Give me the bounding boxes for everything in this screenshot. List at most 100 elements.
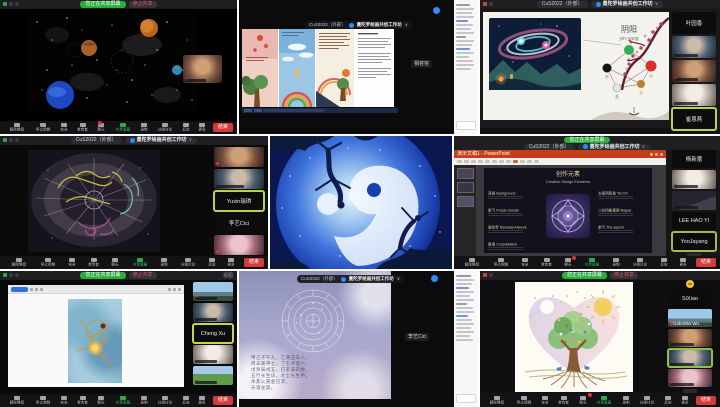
toolbar-button[interactable]: 更多 [197,123,207,132]
participant-name-tile[interactable]: SiXiao [668,290,712,307]
participant-video[interactable] [672,36,716,58]
active-speaker-tile[interactable]: Cheng Xu [193,324,233,343]
active-speaker-tile[interactable]: 崔恩燕 [672,108,716,130]
toolbar-button[interactable]: 停止视频 [33,123,53,132]
toolbar-button[interactable]: 录制 [139,396,149,405]
meeting-info-pill[interactable]: CuS2022（外部）曼陀罗绘画共创工作坊∨ [305,21,412,29]
participant-video[interactable] [214,169,264,189]
toolbar-button[interactable]: 解除静音 [9,258,29,267]
meeting-id-pill[interactable]: CuS2022（外部） [524,144,575,150]
toolbar-button[interactable]: 解除静音 [7,123,27,132]
toolbar-button[interactable]: 解除静音 [462,258,482,267]
participant-video[interactable] [214,235,264,255]
toolbar-button[interactable]: 更多 [678,258,688,267]
toolbar-button[interactable]: 分组讨论 [178,258,198,267]
window-controls[interactable] [483,273,493,277]
toolbar-button[interactable]: 共享屏幕 [113,396,133,405]
window-controls[interactable] [483,2,493,6]
toolbar-button[interactable]: 共享屏幕 [113,123,133,132]
powerpoint-ribbon[interactable] [454,158,666,165]
stop-share-button[interactable]: 停止共享 [129,1,157,8]
active-speaker-tile[interactable]: Yuxin瑞琪 [214,191,264,211]
window-controls[interactable] [3,2,19,6]
end-meeting-button[interactable]: 结束 [696,258,716,267]
toolbar-button[interactable]: 反应 [663,396,673,405]
participant-video[interactable] [668,329,712,347]
active-speaker-tile[interactable]: YooJayang [672,232,716,251]
toolbar-button[interactable]: 聊天 [110,258,120,267]
toolbar-button[interactable]: 反应 [207,258,217,267]
toolbar-button[interactable]: 分组讨论 [155,123,175,132]
chat-input[interactable] [456,121,476,130]
toolbar-button[interactable]: 反应 [181,123,191,132]
end-meeting-button[interactable]: 结束 [213,396,233,405]
toolbar-button[interactable]: 反应 [659,258,669,267]
toolbar-button[interactable]: 反应 [181,396,191,405]
app-blue-icon[interactable] [433,7,440,14]
toolbar-button[interactable]: 更多 [197,396,207,405]
toolbar-button[interactable]: 共享屏幕 [130,258,150,267]
toolbar-button[interactable]: 安全 [540,396,550,405]
toolbar-button[interactable]: 解除静音 [7,396,27,405]
toolbar-button[interactable]: 安全 [59,123,69,132]
toolbar-button[interactable]: 录制 [621,396,631,405]
viewer-toolbar[interactable] [8,285,184,294]
meeting-title-pill[interactable]: 曼陀罗绘画共创工作坊∨ [578,144,651,150]
toolbar-button[interactable]: 录制 [159,258,169,267]
participant-name-tile[interactable]: 叶园香 [672,12,716,34]
participant-video[interactable] [193,303,233,322]
toolbar-button[interactable]: 参会者 [556,396,571,405]
toolbar-button[interactable]: 聊天 [96,396,106,405]
participant-video[interactable] [193,282,233,301]
toolbar-button[interactable]: 停止视频 [38,258,58,267]
toolbar-button[interactable]: 停止视频 [33,396,53,405]
stop-share-button[interactable]: 停止共享 [610,272,638,279]
toolbar-button[interactable]: 参会者 [539,258,554,267]
toolbar-button[interactable]: 聊天 [578,396,588,405]
end-meeting-button[interactable]: 结束 [213,123,233,132]
meeting-id-pill[interactable]: CuS2022（外部） [71,137,122,144]
toolbar-button[interactable]: 分组讨论 [155,396,175,405]
toolbar-button[interactable]: 参会者 [75,123,90,132]
toolbar-button[interactable]: 分组讨论 [630,258,650,267]
participant-video[interactable] [193,345,233,364]
toolbar-button[interactable]: 更多 [680,396,690,405]
stop-share-button[interactable]: 停止共享 [129,272,157,279]
view-menu[interactable]: 视图 [223,272,233,279]
participant-name-tile[interactable]: 杨新蕾 [672,150,716,168]
toolbar-button[interactable]: 停止视频 [514,396,534,405]
end-meeting-button[interactable]: 结束 [244,258,264,267]
toolbar-button[interactable]: 停止视频 [491,258,511,267]
toolbar-button[interactable]: 安全 [67,258,77,267]
participant-video[interactable]: Gabriella Wu [668,309,712,327]
participant-video[interactable] [214,147,264,167]
chat-input[interactable] [456,394,476,403]
viewer-primary-button[interactable] [11,287,28,292]
participant-video[interactable] [672,170,716,189]
participant-video[interactable] [672,60,716,82]
participant-video[interactable] [672,84,716,106]
participant-video[interactable] [668,369,712,387]
toolbar-button[interactable]: 录制 [611,258,621,267]
toolbar-button[interactable]: 更多 [226,258,236,267]
participant-name-tile[interactable]: LEE HAO YI [672,212,716,230]
participant-video[interactable] [183,55,222,83]
toolbar-button[interactable]: 共享屏幕 [582,258,602,267]
toolbar-button[interactable]: 安全 [520,258,530,267]
meeting-title-pill[interactable]: 曼陀罗绘画共创工作坊∨ [591,1,664,8]
window-buttons[interactable] [650,153,663,156]
toolbar-button[interactable]: 安全 [59,396,69,405]
toolbar-button[interactable]: 共享屏幕 [594,396,614,405]
slide-thumbnails[interactable] [454,165,476,256]
meeting-id-pill[interactable]: CuS2022（外部） [537,1,588,8]
active-speaker-video[interactable] [668,349,712,367]
window-controls[interactable] [3,138,19,142]
window-controls[interactable] [3,273,19,277]
toolbar-button[interactable]: 参会者 [75,396,90,405]
toolbar-button[interactable]: 解除静音 [487,396,507,405]
participant-video[interactable] [193,366,233,385]
end-meeting-button[interactable]: 结束 [696,396,716,405]
meeting-info-pill[interactable]: CuS2022（外部）曼陀罗绘画共创工作坊∨ [297,275,404,283]
app-blue-icon[interactable] [431,275,438,282]
toolbar-button[interactable]: 录制 [139,123,149,132]
